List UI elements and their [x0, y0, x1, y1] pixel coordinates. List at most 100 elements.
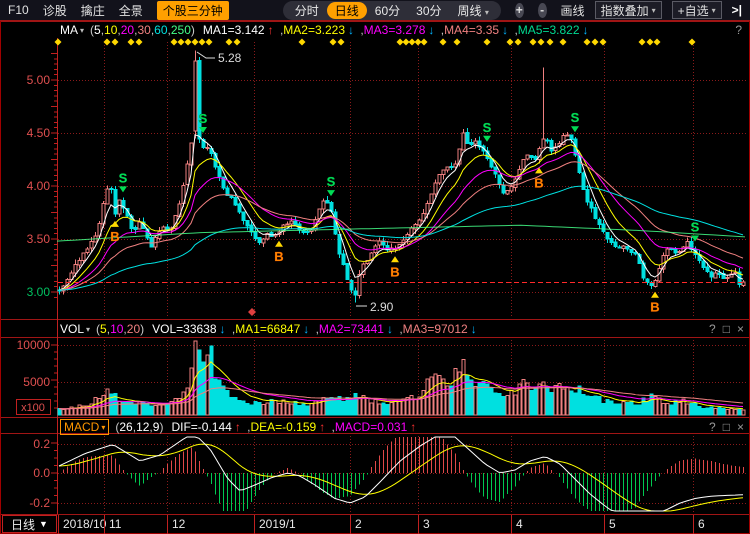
vol-header: VOL▾ (5,10,20) VOL=33638↓ ,MA1=66847↓ ,M… — [0, 321, 750, 337]
trend-arrow-icon: ↓ — [348, 23, 354, 37]
help-icon[interactable]: ? — [735, 23, 742, 37]
svg-text:10000: 10000 — [17, 338, 51, 352]
index-overlay-button[interactable]: 指数叠加▾ — [595, 1, 662, 19]
catch-banker-button[interactable]: 擒庄 — [81, 2, 105, 19]
f10-button[interactable]: F10 — [8, 3, 29, 17]
trend-arrow-icon: ↓ — [387, 322, 393, 336]
chevron-down-icon: ▾ — [101, 423, 105, 432]
indicator-value: MA3=97012 — [403, 322, 468, 336]
svg-text:5.00: 5.00 — [27, 73, 51, 87]
chevron-down-icon: ▾ — [86, 325, 90, 334]
axis-month-label: 4 — [511, 515, 523, 534]
diagnose-stock-button[interactable]: 诊股 — [43, 2, 67, 19]
indicator-value: MA1=66847 — [235, 322, 300, 336]
help-icon[interactable]: ? — [709, 322, 716, 336]
comma: , — [244, 420, 251, 434]
param: 20 — [127, 322, 140, 336]
add-watchlist-button[interactable]: +自选▾ — [672, 1, 722, 19]
maximize-icon[interactable]: □ — [723, 322, 730, 336]
ma-indicator-selector[interactable]: MA▾ — [60, 23, 84, 37]
param: 250 — [171, 23, 191, 37]
svg-text:B: B — [110, 229, 119, 244]
indicator-value: DEA=-0.159 — [251, 420, 317, 434]
indicator-value: MACD=0.031 — [335, 420, 407, 434]
period-tab-group: 分时 日线 60分 30分 周线 ▾ — [283, 1, 501, 20]
period-indicator[interactable]: 日线▼ — [2, 515, 57, 533]
paren: ) — [140, 322, 144, 336]
comma: , — [396, 322, 403, 336]
param: 10 — [110, 322, 123, 336]
axis-month-label: 5 — [604, 515, 616, 534]
comma: , — [328, 420, 335, 434]
svg-text:0.0: 0.0 — [33, 466, 50, 480]
svg-text:5000: 5000 — [23, 375, 50, 389]
tab-intraday[interactable]: 分时 — [287, 2, 327, 19]
zoom-in-button[interactable]: + — [515, 3, 524, 18]
macd-panel-icons: ? □ × — [709, 420, 744, 434]
indicator-value: MA3=3.278 — [364, 23, 426, 37]
zoom-out-button[interactable]: - — [538, 3, 547, 18]
svg-text:S: S — [691, 219, 700, 234]
param: 12 — [136, 420, 149, 434]
indicator-value: MA5=3.822 — [518, 23, 580, 37]
svg-text:4.00: 4.00 — [27, 179, 51, 193]
param: 10 — [104, 23, 117, 37]
trend-arrow-icon: ↑ — [268, 23, 274, 37]
trend-arrow-icon: ↑ — [410, 420, 416, 434]
collapse-panel-icon[interactable]: >| — [732, 3, 742, 17]
axis-month-label: 3 — [418, 515, 430, 534]
macd-values: DIF=-0.144↑ ,DEA=-0.159↑ ,MACD=0.031↑ — [171, 420, 419, 434]
svg-text:B: B — [274, 249, 283, 264]
tab-60min[interactable]: 60分 — [367, 2, 408, 19]
svg-text:S: S — [571, 110, 580, 125]
trend-arrow-icon: ↑ — [235, 420, 241, 434]
indicator-value: MA2=73441 — [319, 322, 384, 336]
svg-text:S: S — [119, 170, 128, 185]
vol-values: VOL=33638↓ ,MA1=66847↓ ,MA2=73441↓ ,MA3=… — [152, 322, 480, 336]
macd-params: (26,12,9) — [115, 420, 163, 434]
panorama-button[interactable]: 全景 — [119, 2, 143, 19]
svg-text:B: B — [390, 264, 399, 279]
svg-text:S: S — [327, 174, 336, 189]
paren: ) — [191, 23, 195, 37]
vol-params: (5,10,20) — [96, 322, 144, 336]
vol-panel-icons: ? □ × — [709, 322, 744, 336]
ma-values: MA1=3.142↑ ,MA2=3.223↓ ,MA3=3.278↓ ,MA4=… — [203, 23, 592, 37]
trend-arrow-icon: ↓ — [502, 23, 508, 37]
tab-30min[interactable]: 30分 — [408, 2, 449, 19]
chart-canvas: 5.004.504.003.503.00100005000x1000.20.0-… — [0, 0, 750, 534]
close-icon[interactable]: × — [737, 322, 744, 336]
axis-month-label: 12 — [167, 515, 185, 534]
indicator-value: MA2=3.223 — [283, 23, 345, 37]
draw-line-button[interactable]: 画线 — [561, 2, 585, 19]
svg-text:S: S — [483, 120, 492, 135]
indicator-value: DIF=-0.144 — [171, 420, 231, 434]
axis-month-label: 6 — [693, 515, 705, 534]
trend-arrow-icon: ↓ — [583, 23, 589, 37]
chevron-down-icon: ▾ — [485, 8, 489, 17]
svg-text:B: B — [650, 300, 659, 315]
svg-text:x100: x100 — [21, 402, 45, 414]
svg-text:2.90: 2.90 — [370, 300, 394, 314]
axis-month-label: 2018/10 — [58, 515, 106, 534]
chevron-down-icon: ▾ — [80, 26, 84, 35]
comma: , — [312, 322, 319, 336]
tab-weekly[interactable]: 周线 ▾ — [450, 2, 497, 19]
paren: ) — [159, 420, 163, 434]
toolbar-right-group: 画线 指数叠加▾ +自选▾ >| — [561, 1, 742, 19]
comma: , — [357, 23, 364, 37]
axis-month-label: 2 — [350, 515, 362, 534]
tab-daily[interactable]: 日线 — [327, 2, 367, 19]
param: 20 — [121, 23, 134, 37]
trend-arrow-icon: ↓ — [471, 322, 477, 336]
maximize-icon[interactable]: □ — [723, 420, 730, 434]
indicator-value: MA1=3.142 — [203, 23, 265, 37]
stock-3min-button[interactable]: 个股三分钟 — [157, 1, 229, 20]
stock-chart-window: 5.004.504.003.503.00100005000x1000.20.0-… — [0, 0, 750, 534]
help-icon[interactable]: ? — [709, 420, 716, 434]
vol-indicator-selector[interactable]: VOL▾ — [60, 322, 90, 336]
charts-svg: 5.004.504.003.503.00100005000x1000.20.0-… — [0, 0, 750, 534]
macd-indicator-selector[interactable]: MACD▾ — [60, 419, 109, 435]
param: 26 — [119, 420, 132, 434]
close-icon[interactable]: × — [737, 420, 744, 434]
